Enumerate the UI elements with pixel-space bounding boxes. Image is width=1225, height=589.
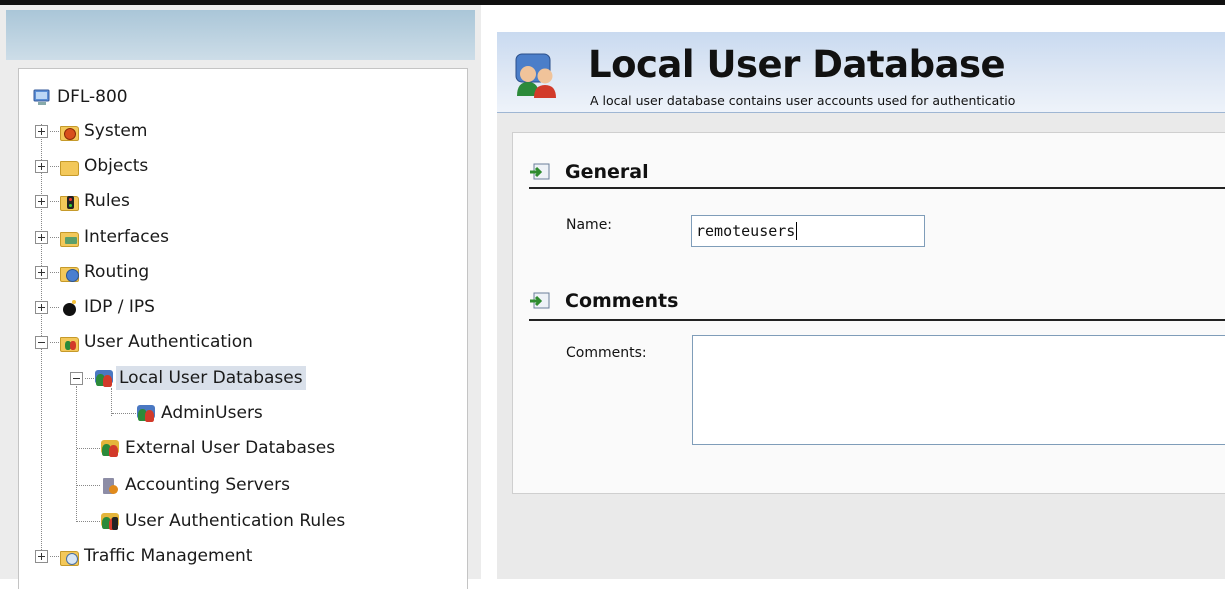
expand-icon[interactable] — [35, 265, 48, 279]
collapse-icon[interactable] — [35, 335, 48, 349]
tree-item-routing[interactable]: Routing — [35, 257, 152, 287]
tree-item-user-authentication-rules[interactable]: User Authentication Rules — [77, 506, 348, 536]
section-title: General — [565, 161, 649, 183]
text-cursor — [796, 222, 798, 240]
content-panel: Local User Database A local user databas… — [481, 5, 1225, 579]
tree-label: Rules — [84, 191, 130, 211]
tree-item-accounting-servers[interactable]: Accounting Servers — [77, 470, 293, 500]
arrow-right-icon — [529, 163, 551, 181]
network-folder-icon — [60, 229, 79, 247]
computer-icon — [33, 89, 52, 106]
tree-item-traffic-management[interactable]: Traffic Management — [35, 541, 255, 571]
users-icon — [95, 369, 114, 387]
clock-folder-icon — [60, 548, 79, 566]
server-user-icon — [101, 477, 120, 494]
expand-icon[interactable] — [35, 194, 48, 208]
expand-icon[interactable] — [35, 230, 48, 244]
tree-label: External User Databases — [125, 438, 336, 458]
tree-label: Interfaces — [84, 227, 169, 247]
section-general-heading: General — [529, 157, 649, 187]
section-divider — [529, 187, 1225, 189]
bomb-icon — [60, 299, 79, 316]
users-icon — [514, 52, 560, 100]
tree-label: AdminUsers — [161, 403, 263, 423]
tree-item-adminusers[interactable]: AdminUsers — [112, 398, 266, 428]
tree-item-user-authentication[interactable]: User Authentication — [35, 327, 256, 357]
tree-label: User Authentication — [84, 332, 253, 352]
navigation-header — [6, 10, 475, 60]
tree-root-dfl-800[interactable]: DFL-800 — [33, 82, 131, 112]
users-icon — [101, 439, 120, 457]
collapse-icon[interactable] — [70, 371, 83, 385]
tree-label: System — [84, 121, 148, 141]
users-folder-icon — [60, 334, 79, 352]
globe-folder-icon — [60, 264, 79, 282]
expand-icon[interactable] — [35, 549, 48, 563]
name-label: Name: — [566, 217, 613, 233]
name-input[interactable]: remoteusers — [691, 215, 925, 247]
tree-label: Local User Databases — [116, 366, 306, 390]
page-subtitle: A local user database contains user acco… — [590, 93, 1016, 108]
tree-label: Objects — [84, 156, 149, 176]
tree-item-local-user-databases[interactable]: Local User Databases — [70, 363, 306, 393]
section-title: Comments — [565, 290, 679, 312]
users-icon — [137, 404, 156, 422]
traffic-light-folder-icon — [60, 193, 79, 211]
tree-item-external-user-databases[interactable]: External User Databases — [77, 433, 338, 463]
tree-label: Accounting Servers — [125, 475, 290, 495]
tree-label: Routing — [84, 262, 150, 282]
gear-folder-icon — [60, 123, 79, 141]
tree-item-idp-ips[interactable]: IDP / IPS — [35, 292, 158, 322]
users-rule-icon — [101, 512, 120, 530]
tree-label: IDP / IPS — [84, 297, 155, 317]
expand-icon[interactable] — [35, 300, 48, 314]
tree-item-objects[interactable]: Objects — [35, 151, 151, 181]
tree-label: User Authentication Rules — [125, 511, 346, 531]
comments-textarea[interactable] — [692, 335, 1225, 445]
comments-label: Comments: — [566, 345, 647, 361]
tree-label: Traffic Management — [84, 546, 253, 566]
arrow-right-icon — [529, 292, 551, 310]
folder-icon — [60, 158, 79, 176]
expand-icon[interactable] — [35, 124, 48, 138]
tree-item-system[interactable]: System — [35, 116, 150, 146]
tree-item-rules[interactable]: Rules — [35, 186, 133, 216]
section-divider — [529, 319, 1225, 321]
page-title: Local User Database — [588, 43, 1006, 86]
tree-label: DFL-800 — [57, 87, 128, 107]
expand-icon[interactable] — [35, 159, 48, 173]
section-comments-heading: Comments — [529, 286, 678, 316]
tree-item-interfaces[interactable]: Interfaces — [35, 222, 172, 252]
